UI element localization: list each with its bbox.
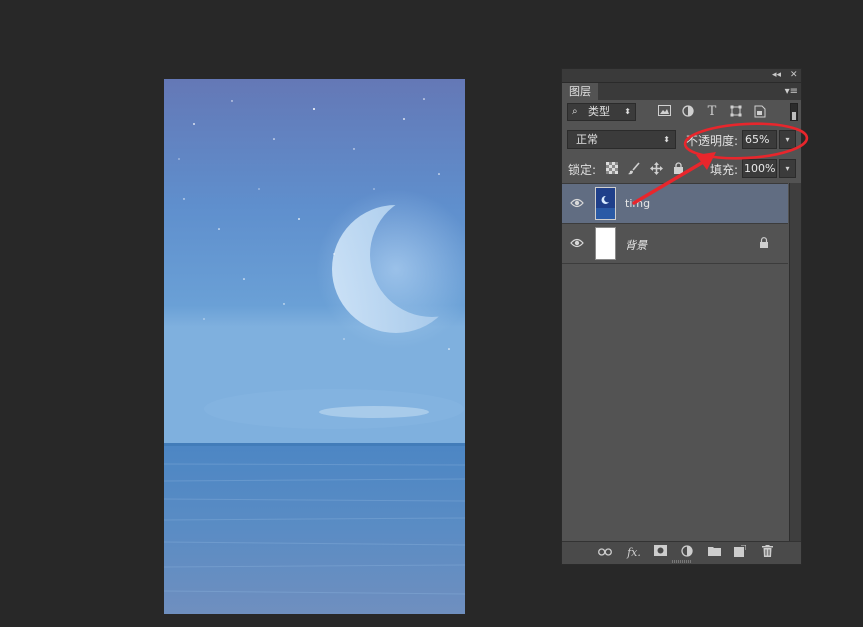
delete-layer-icon[interactable] [759,545,775,561]
fill-label: 填充: [710,163,739,177]
fill-dropdown-button[interactable]: ▾ [779,159,796,178]
layer-name: 背景 [625,239,647,252]
adjustment-layer-icon[interactable] [679,545,695,561]
blend-mode-value: 正常 [576,133,598,146]
opacity-label: 不透明度: [686,134,739,148]
image-filter-icon[interactable] [657,105,671,119]
shape-filter-icon[interactable] [729,105,743,119]
opacity-input[interactable]: 65% [742,130,777,149]
type-filter-icon[interactable]: T [705,105,719,119]
updown-arrow-icon: ⬍ [624,107,631,116]
close-panel-icon[interactable]: ✕ [790,69,798,82]
search-icon: ⌕ [572,106,578,117]
lock-label: 锁定: [568,163,597,177]
layer-filter-row: ⌕ 类型 ⬍ T [562,100,801,126]
filter-kind-label: 类型 [588,105,610,118]
visibility-eye-icon[interactable] [570,237,584,249]
panel-tab-row: 图层 ▾≡ [562,83,801,100]
lock-row: 锁定: 填充: 100% ▾ [562,156,801,182]
layers-list: timg 背景 [562,183,788,542]
panel-menu-icon[interactable]: ▾≡ [785,83,798,100]
fx-icon[interactable]: fx. [626,545,642,561]
panel-resize-grip[interactable] [672,560,692,563]
lock-all-icon[interactable] [671,162,685,176]
layers-bottom-toolbar: fx. [562,541,801,564]
adjustment-filter-icon[interactable] [681,105,695,119]
lock-position-move-icon[interactable] [649,162,663,176]
layer-name: timg [625,197,651,210]
layer-row-timg[interactable]: timg [562,184,788,224]
layer-lock-icon[interactable] [759,237,769,251]
panel-title-strip: ◂◂ ✕ [562,69,801,83]
tab-layers[interactable]: 图层 [562,83,598,100]
new-group-icon[interactable] [706,545,722,561]
filter-kind-select[interactable]: ⌕ 类型 ⬍ [567,103,636,121]
blend-mode-select[interactable]: 正常 ⬍ [567,130,676,149]
layer-thumbnail-image[interactable] [595,187,616,220]
visibility-eye-icon[interactable] [570,197,584,209]
collapse-panel-icon[interactable]: ◂◂ [772,69,781,82]
layer-thumbnail-white[interactable] [595,227,616,260]
new-layer-icon[interactable] [732,544,748,561]
filter-toggle-switch[interactable] [790,103,798,121]
updown-arrow-icon: ⬍ [663,135,670,144]
lock-transparent-pixels-icon[interactable] [605,162,619,176]
blend-row: 正常 ⬍ 不透明度: 65% ▾ [562,127,801,152]
lock-image-pixels-brush-icon[interactable] [627,162,641,176]
layers-panel: ◂◂ ✕ 图层 ▾≡ ⌕ 类型 ⬍ T 正常 ⬍ 不透明度: 65% ▾ 锁定:… [561,68,802,565]
canvas-document-image[interactable] [164,79,465,614]
fill-input[interactable]: 100% [742,159,777,178]
link-layers-icon[interactable] [597,545,613,561]
layer-row-background[interactable]: 背景 [562,224,788,264]
opacity-dropdown-button[interactable]: ▾ [779,130,796,149]
layers-scrollbar[interactable] [789,183,801,541]
smart-object-filter-icon[interactable] [753,105,767,119]
add-mask-icon[interactable] [652,545,668,561]
